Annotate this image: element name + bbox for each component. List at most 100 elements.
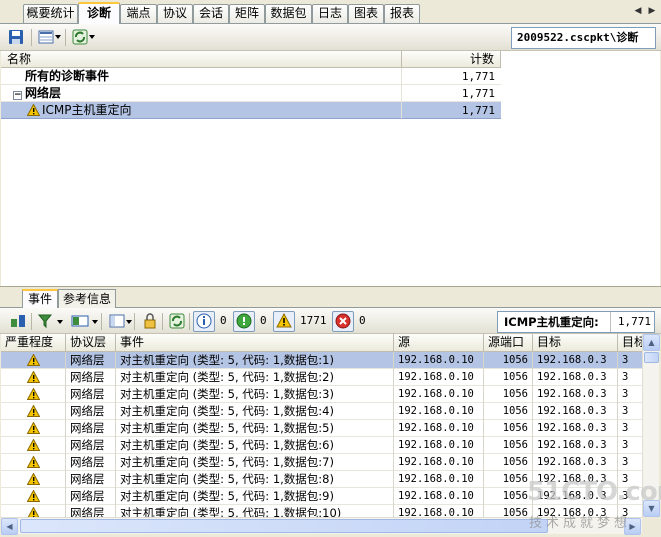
tab-reports[interactable]: 报表 <box>384 4 420 23</box>
source-port-cell: 1056 <box>484 352 533 369</box>
event-cell: 对主机重定向 (类型: 5, 代码: 1,数据包:9) <box>116 488 394 505</box>
scroll-thumb[interactable] <box>644 352 659 363</box>
table-row[interactable]: 网络层 对主机重定向 (类型: 5, 代码: 1,数据包:1) 192.168.0.… <box>1 352 642 369</box>
column-header-event[interactable]: 事件 <box>116 334 394 352</box>
tab-packets[interactable]: 数据包 <box>265 4 312 23</box>
tree-row-label: 网络层 <box>25 86 62 100</box>
warning-filter-toggle[interactable] <box>273 311 295 332</box>
column-header-source-port[interactable]: 源端口 <box>484 334 533 352</box>
chevron-down-icon[interactable] <box>92 320 98 324</box>
top-tab-strip: 概要统计 诊断 端点 协议 会话 矩阵 数据包 日志 图表 报表 ◀ ▶ <box>0 0 661 24</box>
warning-icon <box>26 489 40 502</box>
source-port-cell: 1056 <box>484 369 533 386</box>
source-cell: 192.168.0.10 <box>394 352 484 369</box>
source-port-cell: 1056 <box>484 403 533 420</box>
lock-icon <box>144 313 156 329</box>
destination-port-cell: 3 <box>618 403 642 420</box>
destination-cell: 192.168.0.3 <box>533 454 618 471</box>
info-filter-toggle[interactable] <box>193 311 215 332</box>
column-header-name[interactable]: 名称 <box>1 51 402 68</box>
destination-cell: 192.168.0.3 <box>533 352 618 369</box>
severity-cell <box>1 352 66 369</box>
layout-button[interactable] <box>107 312 127 330</box>
source-cell: 192.168.0.10 <box>394 437 484 454</box>
tree-row-network-layer[interactable]: − 网络层 1,771 <box>1 85 501 102</box>
view-mode-icon <box>71 315 89 327</box>
save-button[interactable] <box>6 28 26 46</box>
chevron-down-icon[interactable] <box>57 320 63 324</box>
scroll-left-icon[interactable]: ◀ <box>1 518 18 535</box>
lock-button[interactable] <box>140 312 160 330</box>
table-row[interactable]: 网络层 对主机重定向 (类型: 5, 代码: 1,数据包:5) 192.168.0.… <box>1 420 642 437</box>
collapse-icon[interactable]: − <box>13 91 22 100</box>
tab-log[interactable]: 日志 <box>312 4 348 23</box>
tab-protocols[interactable]: 协议 <box>157 4 193 23</box>
filter-label: ICMP主机重定向: <box>504 315 599 329</box>
tab-matrix[interactable]: 矩阵 <box>229 4 265 23</box>
tree-row-all-events[interactable]: 所有的诊断事件 1,771 <box>1 68 501 85</box>
severity-cell <box>1 488 66 505</box>
warning-icon <box>27 506 39 517</box>
events-refresh-button[interactable] <box>167 312 187 330</box>
table-row[interactable]: 网络层 对主机重定向 (类型: 5, 代码: 1,数据包:4) 192.168.0.… <box>1 403 642 420</box>
chevron-down-icon[interactable] <box>55 35 61 39</box>
tab-events[interactable]: 事件 <box>22 289 58 309</box>
column-header-layer[interactable]: 协议层 <box>66 334 116 352</box>
tree-row-icmp-redirect[interactable]: ICMP主机重定向 1,771 <box>1 102 501 119</box>
destination-cell: 192.168.0.3 <box>533 369 618 386</box>
destination-port-cell: 3 <box>618 369 642 386</box>
table-row[interactable]: 网络层 对主机重定向 (类型: 5, 代码: 1,数据包:6) 192.168.0.… <box>1 437 642 454</box>
tab-charts[interactable]: 图表 <box>348 4 384 23</box>
severity-cell <box>1 386 66 403</box>
column-header-severity[interactable]: 严重程度 <box>1 334 66 352</box>
view-mode-button[interactable] <box>69 312 91 330</box>
warning-icon <box>26 438 40 451</box>
toolbar-separator <box>101 313 102 330</box>
tab-scroll-left-icon[interactable]: ◀ <box>632 4 644 18</box>
scroll-up-icon[interactable]: ▲ <box>643 334 660 351</box>
column-header-count[interactable]: 计数 <box>402 51 501 68</box>
column-header-destination-port[interactable]: 目标 <box>618 334 642 352</box>
columns-button[interactable] <box>36 28 56 46</box>
source-cell: 192.168.0.10 <box>394 369 484 386</box>
events-grid-header: 严重程度 协议层 事件 源 源端口 目标 目标 <box>1 334 642 352</box>
destination-port-cell: 3 <box>618 352 642 369</box>
event-cell: 对主机重定向 (类型: 5, 代码: 1,数据包:6) <box>116 437 394 454</box>
scroll-thumb[interactable] <box>20 519 548 533</box>
source-port-cell: 1056 <box>484 437 533 454</box>
tree-row-label-wrap: − 网络层 <box>1 85 402 102</box>
tab-summary[interactable]: 概要统计 <box>23 4 78 23</box>
error-filter-toggle[interactable] <box>332 311 354 332</box>
tree-row-label: ICMP主机重定向 <box>42 103 132 117</box>
tab-endpoints[interactable]: 端点 <box>120 4 157 23</box>
info-icon <box>196 313 212 329</box>
column-header-destination[interactable]: 目标 <box>533 334 618 352</box>
filter-value: 1,771 <box>610 312 654 332</box>
table-row[interactable]: 网络层 对主机重定向 (类型: 5, 代码: 1,数据包:7) 192.168.0.… <box>1 454 642 471</box>
ok-count: 0 <box>260 314 267 327</box>
toolbar-separator <box>65 29 66 46</box>
watermark-slogan: 技术成就梦想 <box>529 516 632 531</box>
tab-scroll-right-icon[interactable]: ▶ <box>646 4 658 18</box>
tree-row-label: 所有的诊断事件 <box>1 68 402 85</box>
bottom-tab-strip: 事件 参考信息 <box>0 286 661 309</box>
column-header-source[interactable]: 源 <box>394 334 484 352</box>
event-cell: 对主机重定向 (类型: 5, 代码: 1,数据包:3) <box>116 386 394 403</box>
chevron-down-icon[interactable] <box>126 320 132 324</box>
filter-button[interactable] <box>36 312 56 330</box>
table-row[interactable]: 网络层 对主机重定向 (类型: 5, 代码: 1,数据包:2) 192.168.0.… <box>1 369 642 386</box>
ok-filter-toggle[interactable] <box>233 311 255 332</box>
source-cell: 192.168.0.10 <box>394 386 484 403</box>
tab-conversations[interactable]: 会话 <box>193 4 229 23</box>
severity-cell <box>1 403 66 420</box>
refresh-icon <box>72 29 88 45</box>
toolbar-separator <box>31 29 32 46</box>
tree-row-count: 1,771 <box>402 85 501 102</box>
refresh-button[interactable] <box>70 28 90 46</box>
chevron-down-icon[interactable] <box>89 35 95 39</box>
table-row[interactable]: 网络层 对主机重定向 (类型: 5, 代码: 1,数据包:3) 192.168.0.… <box>1 386 642 403</box>
destination-port-cell: 3 <box>618 437 642 454</box>
network-view-button[interactable] <box>8 312 28 330</box>
tab-diagnosis[interactable]: 诊断 <box>78 2 120 24</box>
tab-reference-info[interactable]: 参考信息 <box>58 289 116 309</box>
